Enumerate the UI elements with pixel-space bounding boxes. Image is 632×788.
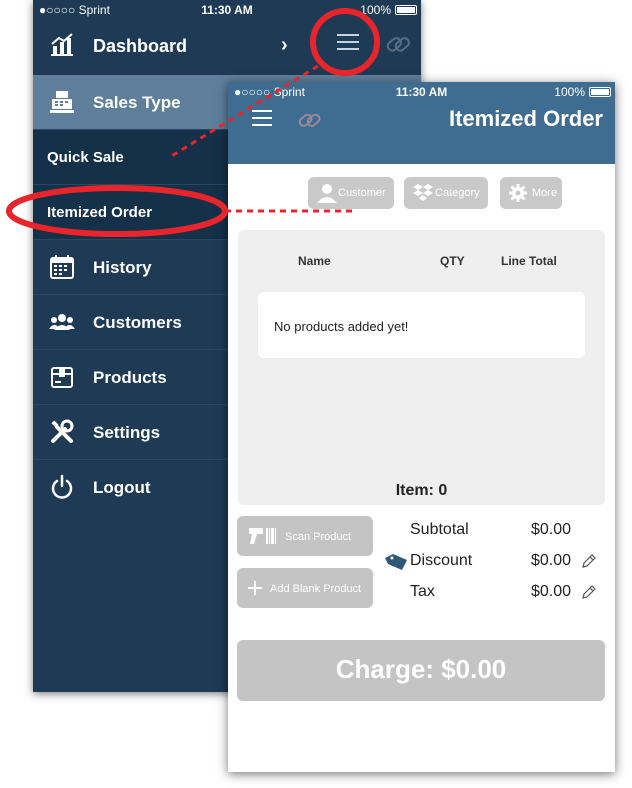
column-header-name: Name: [298, 254, 331, 268]
tools-icon: [51, 419, 74, 443]
discount-label[interactable]: Discount: [410, 552, 472, 570]
plus-icon: [248, 581, 262, 595]
customer-button[interactable]: Customer: [308, 177, 394, 209]
gear-icon: [509, 184, 527, 202]
status-bar: ●○○○○ Sprint 11:30 AM 100%: [33, 0, 421, 20]
price-tag-icon[interactable]: [384, 553, 408, 571]
add-blank-product-button[interactable]: Add Blank Product: [237, 568, 373, 608]
battery-percent: 100%: [554, 85, 585, 99]
itemized-order-label: Itemized Order: [47, 204, 153, 221]
order-header: ●○○○○ Sprint 11:30 AM 100% Itemized Orde…: [228, 82, 615, 164]
hamburger-menu-icon[interactable]: [252, 108, 272, 128]
barcode-scanner-icon: [249, 528, 276, 544]
battery-icon: [589, 87, 611, 97]
chevron-right-icon: ›: [281, 34, 288, 56]
column-header-qty: QTY: [440, 254, 465, 268]
order-items-panel: Name QTY Line Total No products added ye…: [238, 230, 605, 505]
calendar-icon: [50, 255, 74, 279]
link-icon: [386, 37, 410, 52]
battery-icon: [395, 5, 417, 15]
discount-value: $0.00: [531, 552, 572, 569]
charge-label: Charge: $0.00: [335, 654, 507, 684]
link-icon[interactable]: [296, 106, 324, 134]
page-title: Itemized Order: [448, 106, 603, 131]
menu-item-dashboard[interactable]: Dashboard ›: [33, 20, 421, 75]
add-blank-product-label: Add Blank Product: [270, 583, 362, 595]
products-label: Products: [93, 368, 167, 387]
tax-value: $0.00: [531, 583, 572, 600]
category-button[interactable]: Category: [404, 177, 488, 209]
tax-label[interactable]: Tax: [410, 583, 435, 601]
customer-label: Customer: [338, 187, 386, 199]
item-count: Item: 0: [395, 482, 448, 499]
box-icon: [51, 367, 73, 388]
quick-sale-label: Quick Sale: [47, 149, 124, 166]
dashboard-label: Dashboard: [93, 36, 188, 56]
subtotal-value: $0.00: [531, 521, 572, 538]
power-icon: [51, 474, 73, 499]
dropbox-icon: [413, 184, 433, 201]
itemized-order-screen: ●○○○○ Sprint 11:30 AM 100% Itemized Orde…: [228, 82, 615, 772]
status-bar: ●○○○○ Sprint 11:30 AM 100%: [228, 82, 615, 102]
scan-product-button[interactable]: Scan Product: [237, 516, 373, 556]
history-label: History: [93, 258, 152, 277]
hamburger-menu-icon[interactable]: [337, 32, 359, 52]
more-label: More: [532, 187, 558, 199]
people-icon: [49, 314, 75, 330]
empty-state-card: No products added yet!: [258, 292, 585, 358]
chart-icon: [51, 33, 73, 56]
category-label: Category: [435, 187, 480, 199]
scan-product-label: Scan Product: [285, 531, 352, 543]
charge-button[interactable]: Charge: $0.00: [237, 640, 605, 701]
empty-state-message: No products added yet!: [274, 319, 409, 334]
battery-percent: 100%: [360, 3, 391, 17]
pencil-icon[interactable]: [580, 554, 596, 570]
cash-register-icon: [50, 91, 74, 113]
logout-label: Logout: [93, 478, 151, 497]
pencil-icon[interactable]: [580, 585, 596, 601]
more-button[interactable]: More: [500, 177, 562, 209]
subtotal-label: Subtotal: [410, 521, 469, 538]
settings-label: Settings: [93, 423, 161, 442]
person-icon: [317, 184, 337, 203]
customers-label: Customers: [93, 313, 182, 332]
sales-type-label: Sales Type: [93, 93, 181, 112]
column-header-line-total: Line Total: [501, 254, 557, 268]
